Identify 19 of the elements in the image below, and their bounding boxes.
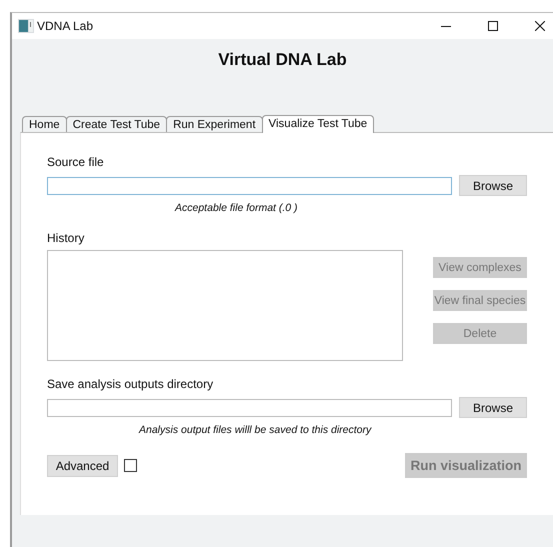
field-label: Source file xyxy=(47,155,105,169)
tab[interactable]: Visualize Test Tube xyxy=(262,115,374,133)
tab[interactable]: Home xyxy=(22,116,67,132)
window-title: VDNA Lab xyxy=(37,19,94,33)
field-label: History xyxy=(47,231,86,245)
browse-button[interactable]: Browse xyxy=(459,397,527,418)
advanced-button[interactable]: Advanced xyxy=(47,454,118,476)
tab[interactable]: Run Experiment xyxy=(166,116,263,132)
output-directory-field[interactable] xyxy=(47,398,452,416)
app-heading: Virtual DNA Lab xyxy=(217,50,348,71)
browse-button[interactable]: Browse xyxy=(459,175,527,196)
advanced-checkbox[interactable] xyxy=(124,459,137,472)
app-icon xyxy=(18,19,34,33)
maximize-icon[interactable] xyxy=(488,21,498,31)
source-file-field[interactable] xyxy=(47,176,452,194)
field-label: Save analysis outputs directory xyxy=(47,377,214,391)
hint-text: Analysis output files willl be saved to this directory xyxy=(138,424,373,436)
hint-text: Acceptable file format (.0 ) xyxy=(174,202,299,214)
close-icon[interactable] xyxy=(535,21,545,31)
